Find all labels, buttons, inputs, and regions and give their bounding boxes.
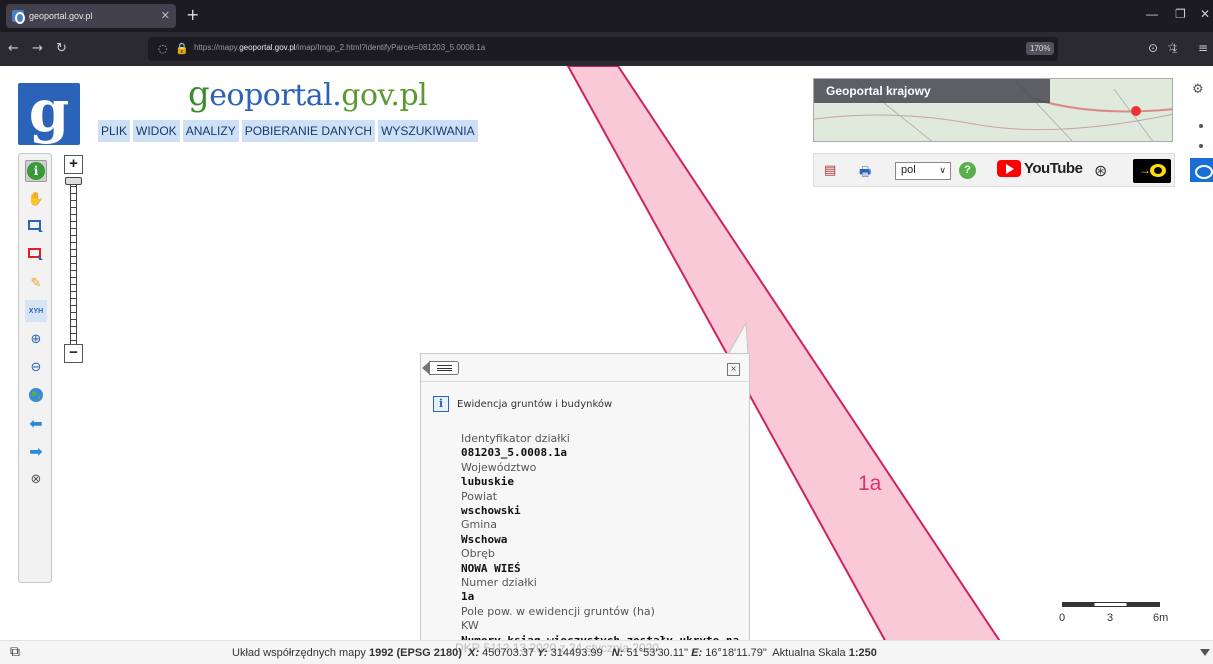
popup-close-button[interactable]: × <box>727 363 740 376</box>
visibility-toggle-icon[interactable] <box>1190 158 1213 182</box>
chevron-down-icon: ∨ <box>939 165 946 175</box>
zoom-slider-track[interactable] <box>70 179 77 344</box>
geoportal-logo[interactable]: g <box>18 77 80 145</box>
pocket-icon[interactable]: ⊙ <box>1148 41 1158 55</box>
browser-window: geoportal.gov.pl ✕ + — ❐ ✕ ← → ↻ ◌ 🔒 htt… <box>0 0 1213 664</box>
back-icon[interactable]: ← <box>8 41 19 56</box>
info-tool-button[interactable]: i <box>25 160 47 182</box>
attr-value[interactable]: 1a <box>461 590 746 604</box>
scroll-down-icon[interactable] <box>1200 649 1210 656</box>
high-contrast-button[interactable]: → <box>1133 159 1171 183</box>
widget-bar: ▤ 🖶 pol ∨ ? YouTube ⊛ → <box>813 153 1175 187</box>
language-select[interactable]: pol ∨ <box>895 162 951 180</box>
menu-item-widok[interactable]: WIDOK <box>133 120 180 142</box>
tab-close-icon[interactable]: ✕ <box>161 9 170 22</box>
site-title: geoportal.gov.pl <box>188 74 428 114</box>
compass-icon[interactable]: ⊗ <box>25 468 47 490</box>
forward-icon[interactable]: → <box>32 41 43 56</box>
attr-value[interactable]: lubuskie <box>461 475 746 489</box>
tab-bar: geoportal.gov.pl ✕ + — ❐ ✕ <box>0 0 1213 32</box>
attr-value[interactable]: NOWA WIEŚ <box>461 562 746 576</box>
scale-bar <box>1062 602 1160 607</box>
zoom-slider-thumb[interactable] <box>65 177 82 185</box>
overview-minimap[interactable]: Geoportal krajowy <box>813 78 1173 142</box>
menu-item-analizy[interactable]: ANALIZY <box>182 120 239 142</box>
window-close-icon[interactable]: ✕ <box>1200 7 1210 21</box>
select-red-icon[interactable] <box>25 244 47 266</box>
popup-layer-title: i Ewidencja gruntów i budynków <box>433 396 612 412</box>
menu-icon[interactable]: ≡ <box>1198 41 1208 55</box>
scale-tick-6m: 6m <box>1153 612 1169 624</box>
tab-title: geoportal.gov.pl <box>29 11 93 21</box>
attr-label: Pole pow. w ewidencji gruntów (ha) <box>461 604 655 618</box>
minimap-label: Geoportal krajowy <box>814 79 1050 103</box>
navigation-bar: ← → ↻ ◌ 🔒 https://mapy.geoportal.gov.pl/… <box>0 32 1213 66</box>
map-canvas[interactable]: g geoportal.gov.pl PLIK WIDOK ANALIZY PO… <box>0 66 1213 664</box>
info-icon: i <box>27 162 45 180</box>
zoom-plus-button[interactable]: + <box>64 155 83 174</box>
side-dot-icon[interactable] <box>1199 124 1203 128</box>
restore-icon[interactable]: ❐ <box>1175 7 1186 21</box>
zoom-in-icon[interactable]: ⊕ <box>25 328 47 350</box>
minimize-icon[interactable]: — <box>1146 7 1158 21</box>
forward-arrow-icon[interactable]: ➡ <box>25 440 47 462</box>
attr-label: Obręb <box>461 547 495 561</box>
globe-icon[interactable] <box>25 384 47 406</box>
parcel-number-label: 1a <box>858 472 882 495</box>
layer-info-icon: i <box>433 396 449 412</box>
list-back-button[interactable] <box>422 361 459 375</box>
attr-label: Powiat <box>461 489 498 503</box>
feature-info-popup: × i Ewidencja gruntów i budynków Identyf… <box>420 353 750 664</box>
print-icon[interactable]: 🖶 <box>859 163 871 185</box>
side-circle-icon[interactable] <box>1199 144 1203 148</box>
download-icon[interactable]: ⤓ <box>1172 41 1177 56</box>
attr-label: Numer działki <box>461 576 537 590</box>
attribute-list: Identyfikator działki 081203_5.0008.1a W… <box>461 432 746 663</box>
reload-icon[interactable]: ↻ <box>56 41 67 56</box>
menu-item-plik[interactable]: PLIK <box>98 120 131 142</box>
tab-geoportal[interactable]: geoportal.gov.pl ✕ <box>6 4 176 28</box>
list-icon <box>437 365 452 371</box>
attr-value[interactable]: wschowski <box>461 504 746 518</box>
attr-label: KW <box>461 619 479 633</box>
scale-tick-0: 0 <box>1059 612 1066 624</box>
url-bar[interactable]: ◌ 🔒 https://mapy.geoportal.gov.pl/imap/I… <box>148 37 1058 61</box>
shield-icon[interactable]: ◌ <box>158 42 168 55</box>
zoom-level-badge[interactable]: 170% <box>1026 42 1055 55</box>
zoom-out-icon[interactable]: ⊖ <box>25 356 47 378</box>
zoom-minus-button[interactable]: − <box>64 344 83 363</box>
accessibility-icon[interactable]: ⊛ <box>1094 161 1107 180</box>
youtube-link[interactable]: YouTube <box>997 160 1083 177</box>
panel-toggle-icon[interactable]: ⧉ <box>10 644 20 660</box>
youtube-play-icon <box>997 160 1021 177</box>
status-bar: ⧉ DKR 5112.13.2020 z 24 stycznia 2020 Uk… <box>0 640 1213 664</box>
pencil-icon[interactable]: ✎ <box>25 272 47 294</box>
popup-header: × <box>421 354 749 382</box>
popup-pointer <box>727 321 749 356</box>
menu-item-pobieranie-danych[interactable]: POBIERANIE DANYCH <box>241 120 376 142</box>
pan-hand-icon[interactable]: ✋ <box>25 188 47 210</box>
new-tab-icon[interactable]: + <box>186 5 199 24</box>
attr-value[interactable]: Wschowa <box>461 533 746 547</box>
menu-item-wyszukiwania[interactable]: WYSZUKIWANIA <box>378 120 478 142</box>
attr-label: Identyfikator działki <box>461 432 570 445</box>
coordinates-readout: Układ współrzędnych mapy 1992 (EPSG 2180… <box>232 647 877 659</box>
xyh-icon[interactable]: XYH <box>25 300 47 322</box>
help-icon[interactable]: ? <box>959 162 976 179</box>
main-menu: PLIK WIDOK ANALIZY POBIERANIE DANYCH WYS… <box>98 120 478 142</box>
lock-icon[interactable]: 🔒 <box>175 42 189 55</box>
scale-tick-3: 3 <box>1107 612 1114 624</box>
map-toolbar: i ✋ ✎ XYH ⊕ ⊖ ⬅ ➡ ⊗ <box>18 153 52 583</box>
geoportal-favicon-icon <box>12 10 25 24</box>
legend-icon[interactable]: ▤ <box>824 163 836 178</box>
url-text[interactable]: https://mapy.geoportal.gov.pl/imap/Imgp_… <box>194 43 485 52</box>
attr-label: Gmina <box>461 518 498 532</box>
attr-value[interactable]: 081203_5.0008.1a <box>461 446 746 460</box>
logo-letter: g <box>28 77 70 145</box>
back-arrow-icon[interactable]: ⬅ <box>25 412 47 434</box>
settings-gear-icon[interactable]: ⚙ <box>1192 82 1204 97</box>
eye-icon <box>1150 164 1166 177</box>
attr-label: Województwo <box>461 460 537 474</box>
select-blue-icon[interactable] <box>25 216 47 238</box>
